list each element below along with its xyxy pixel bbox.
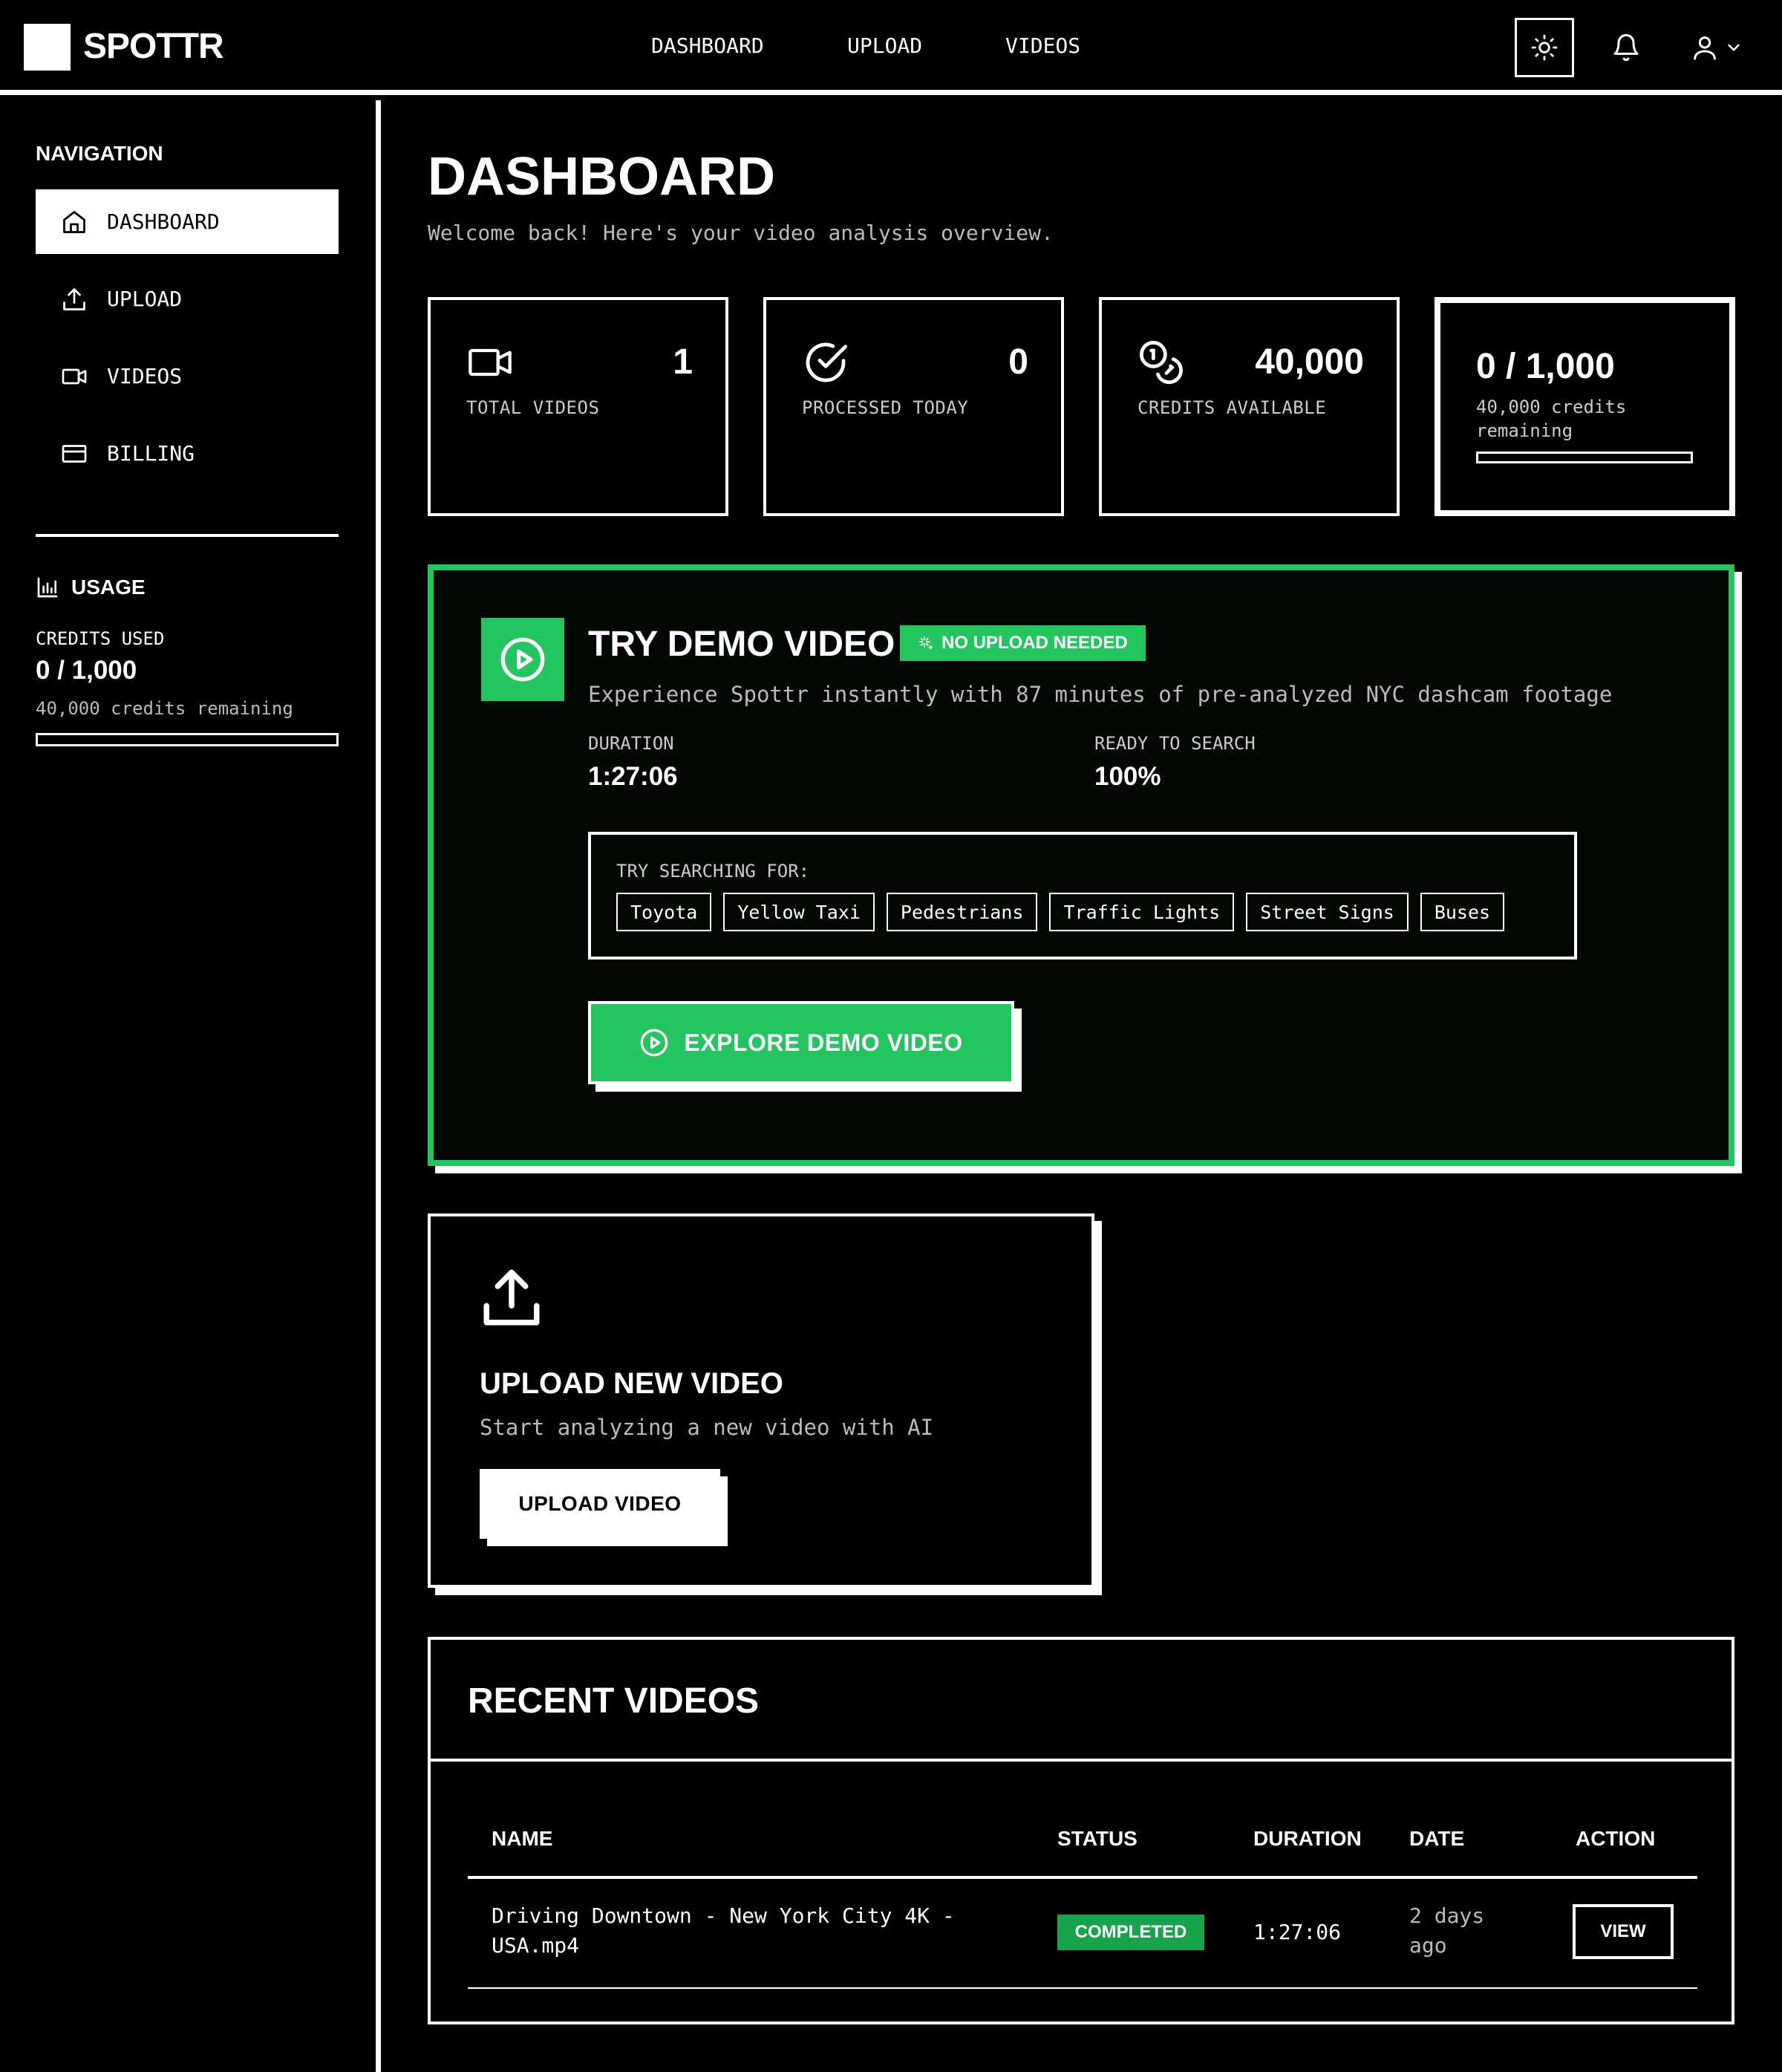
- logo-mark[interactable]: [24, 24, 71, 71]
- sidebar-item-label: UPLOAD: [107, 287, 183, 311]
- check-circle-icon: [806, 342, 848, 382]
- upload-card-description: Start analyzing a new video with AI: [480, 1415, 934, 1440]
- video-icon: [59, 362, 89, 391]
- chevron-down-icon: [1728, 44, 1740, 51]
- ready-label: READY TO SEARCH: [1094, 733, 1256, 754]
- upload-video-button[interactable]: UPLOAD VIDEO: [480, 1469, 720, 1539]
- page-title: DASHBOARD: [428, 147, 775, 206]
- view-button[interactable]: VIEW: [1573, 1904, 1674, 1959]
- video-duration: 1:27:06: [1253, 1920, 1342, 1944]
- topnav-videos[interactable]: VIDEOS: [1005, 33, 1080, 59]
- sidebar-item-dashboard[interactable]: DASHBOARD: [36, 189, 339, 254]
- table-row-rule: [468, 1987, 1697, 1989]
- home-icon: [59, 207, 89, 237]
- coins-icon: [1139, 340, 1183, 385]
- demo-title: TRY DEMO VIDEO: [588, 625, 895, 664]
- search-chip[interactable]: Traffic Lights: [1049, 893, 1235, 931]
- sidebar-divider: [36, 534, 339, 537]
- ready-value: 100%: [1094, 762, 1161, 791]
- upload-icon: [59, 284, 89, 314]
- topnav-upload[interactable]: UPLOAD: [847, 33, 922, 59]
- demo-description: Experience Spottr instantly with 87 minu…: [588, 682, 1613, 707]
- sparkles-icon: [918, 636, 933, 650]
- notifications-button[interactable]: [1596, 18, 1656, 77]
- stat-value: 0 / 1,000: [1476, 347, 1615, 386]
- sidebar-item-upload[interactable]: UPLOAD: [36, 267, 339, 331]
- explore-demo-button[interactable]: EXPLORE DEMO VIDEO: [588, 1001, 1014, 1084]
- stat-card-credits-available: 40,000 CREDITS AVAILABLE: [1099, 297, 1400, 516]
- demo-icon-box: [481, 618, 564, 701]
- search-chip[interactable]: Buses: [1420, 893, 1505, 931]
- video-name: Driving Downtown - New York City 4K - US…: [492, 1903, 955, 1958]
- upload-new-video-card: UPLOAD NEW VIDEO Start analyzing a new v…: [428, 1213, 1094, 1588]
- column-header-duration: DURATION: [1253, 1827, 1362, 1850]
- sidebar-item-videos[interactable]: VIDEOS: [36, 344, 339, 408]
- column-header-status: STATUS: [1057, 1827, 1138, 1850]
- stat-label: TOTAL VIDEOS: [466, 397, 600, 418]
- bell-icon: [1613, 33, 1639, 62]
- user-menu-button[interactable]: [1681, 18, 1752, 77]
- upload-icon: [483, 1269, 540, 1326]
- suggestion-chips: Toyota Yellow Taxi Pedestrians Traffic L…: [616, 893, 1505, 931]
- search-chip[interactable]: Yellow Taxi: [723, 893, 875, 931]
- recent-videos-panel: RECENT VIDEOS NAME STATUS DURATION DATE …: [428, 1637, 1734, 2024]
- upload-card-title: UPLOAD NEW VIDEO: [480, 1367, 783, 1400]
- badge-label: NO UPLOAD NEEDED: [941, 633, 1128, 653]
- usage-heading-label: USAGE: [71, 576, 146, 599]
- theme-toggle-button[interactable]: [1515, 18, 1574, 77]
- stat-label: PROCESSED TODAY: [802, 397, 969, 418]
- duration-value: 1:27:06: [588, 762, 678, 791]
- page-subtitle: Welcome back! Here's your video analysis…: [428, 221, 1054, 245]
- sidebar: NAVIGATION DASHBOARD UPLOAD VIDEOS BILLI…: [0, 100, 381, 2072]
- suggestions-label: TRY SEARCHING FOR:: [616, 861, 810, 882]
- play-circle-icon: [641, 1029, 668, 1057]
- credits-used-value: 0 / 1,000: [36, 656, 137, 685]
- top-header: SPOTTR DASHBOARD UPLOAD VIDEOS: [0, 0, 1782, 95]
- user-icon: [1694, 36, 1716, 60]
- column-header-action: ACTION: [1576, 1827, 1656, 1850]
- sidebar-item-label: VIDEOS: [107, 364, 183, 388]
- credits-remaining-text: 40,000 credits remaining: [36, 698, 293, 719]
- search-chip[interactable]: Pedestrians: [886, 893, 1038, 931]
- explore-button-label: EXPLORE DEMO VIDEO: [684, 1029, 963, 1056]
- duration-label: DURATION: [588, 733, 674, 754]
- column-header-date: DATE: [1409, 1827, 1465, 1850]
- sidebar-heading: NAVIGATION: [36, 142, 163, 165]
- search-suggestions-box: TRY SEARCHING FOR: Toyota Yellow Taxi Pe…: [588, 832, 1577, 960]
- play-circle-icon: [500, 637, 545, 682]
- credit-progress-bar: [1476, 452, 1693, 463]
- column-header-name: NAME: [492, 1827, 553, 1850]
- credit-card-icon: [59, 439, 89, 469]
- stat-value: 1: [673, 342, 693, 382]
- sidebar-item-label: BILLING: [107, 441, 195, 466]
- usage-heading: USAGE: [36, 576, 146, 599]
- stat-value: 0: [1008, 342, 1028, 382]
- app-name[interactable]: SPOTTR: [83, 25, 224, 68]
- table-header-rule: [468, 1876, 1697, 1879]
- stat-label: CREDITS AVAILABLE: [1138, 397, 1327, 418]
- recent-videos-header: RECENT VIDEOS: [431, 1640, 1732, 1762]
- sidebar-item-label: DASHBOARD: [107, 209, 220, 234]
- stat-subtext: 40,000 credits remaining: [1476, 397, 1627, 441]
- search-chip[interactable]: Toyota: [616, 893, 712, 931]
- topnav-dashboard[interactable]: DASHBOARD: [651, 33, 764, 59]
- stat-card-credit-usage: 0 / 1,000 40,000 credits remaining: [1435, 297, 1735, 516]
- video-date: 2 days ago: [1409, 1903, 1485, 1958]
- bar-chart-icon: [37, 577, 58, 598]
- stat-value: 40,000: [1255, 342, 1364, 382]
- credits-used-label: CREDITS USED: [36, 628, 165, 649]
- status-badge: COMPLETED: [1057, 1915, 1204, 1950]
- sidebar-item-billing[interactable]: BILLING: [36, 421, 339, 486]
- stat-card-processed-today: 0 PROCESSED TODAY: [763, 297, 1064, 516]
- recent-videos-title: RECENT VIDEOS: [468, 1681, 760, 1721]
- sun-icon: [1531, 34, 1558, 61]
- usage-progress-bar: [36, 733, 339, 746]
- video-icon: [469, 348, 512, 377]
- stat-card-total-videos: 1 TOTAL VIDEOS: [428, 297, 728, 516]
- no-upload-badge: NO UPLOAD NEEDED: [900, 625, 1146, 661]
- demo-video-panel: TRY DEMO VIDEO NO UPLOAD NEEDED Experien…: [428, 564, 1734, 1166]
- search-chip[interactable]: Street Signs: [1246, 893, 1409, 931]
